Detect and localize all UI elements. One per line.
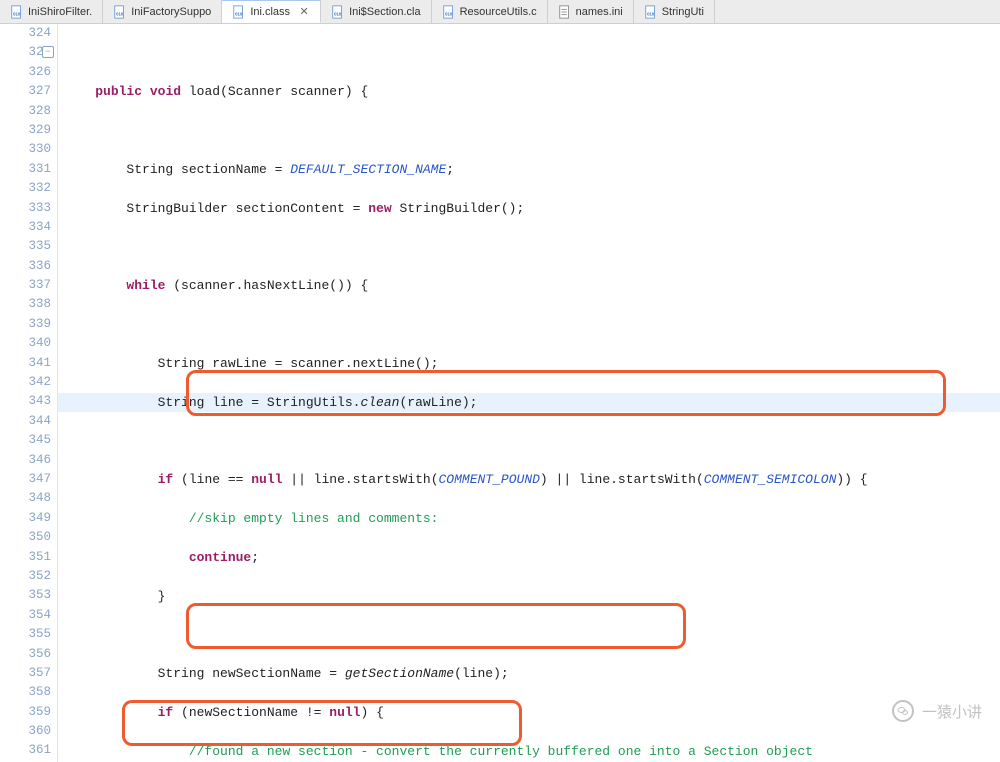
line-number: 337 — [0, 276, 51, 295]
fold-toggle-icon[interactable]: − — [42, 46, 54, 58]
code-line[interactable] — [64, 237, 1000, 256]
line-number: 356 — [0, 645, 51, 664]
editor-tab-label: Ini.class — [250, 6, 290, 18]
line-number-gutter: 3243253263273283293303313323333343353363… — [0, 24, 58, 762]
code-line[interactable] — [64, 625, 1000, 644]
code-line[interactable] — [64, 431, 1000, 450]
line-number: 324 — [0, 24, 51, 43]
line-number: 333 — [0, 199, 51, 218]
line-number: 339 — [0, 315, 51, 334]
editor-tab[interactable]: 010 Ini.class ✕ — [222, 0, 321, 23]
line-number: 344 — [0, 412, 51, 431]
line-number: 331 — [0, 160, 51, 179]
code-line[interactable] — [64, 315, 1000, 334]
line-number: 352 — [0, 567, 51, 586]
svg-text:010: 010 — [647, 11, 655, 16]
svg-text:010: 010 — [13, 11, 21, 16]
class-file-icon: 010 — [331, 5, 345, 19]
editor-tab-label: IniShiroFilter. — [28, 6, 92, 18]
line-number: 336 — [0, 257, 51, 276]
line-number: 326 — [0, 63, 51, 82]
code-line[interactable]: String line = StringUtils.clean(rawLine)… — [64, 393, 1000, 412]
line-number: 353 — [0, 586, 51, 605]
editor-tab[interactable]: 010 ResourceUtils.c — [432, 0, 548, 23]
code-line[interactable] — [64, 121, 1000, 140]
code-line[interactable]: continue; — [64, 548, 1000, 567]
class-file-icon: 010 — [644, 5, 658, 19]
editor-tab[interactable]: 010 StringUti — [634, 0, 715, 23]
editor-tab-label: StringUti — [662, 6, 704, 18]
line-number: 350 — [0, 528, 51, 547]
line-number: 348 — [0, 489, 51, 508]
line-number: 342 — [0, 373, 51, 392]
line-number: 345 — [0, 431, 51, 450]
editor-tab-label: names.ini — [576, 6, 623, 18]
line-number: 330 — [0, 140, 51, 159]
line-number: 346 — [0, 451, 51, 470]
line-number: 340 — [0, 334, 51, 353]
line-number: 351 — [0, 548, 51, 567]
code-line[interactable]: if (line == null || line.startsWith(COMM… — [64, 470, 1000, 489]
line-number: 335 — [0, 237, 51, 256]
line-number: 338 — [0, 295, 51, 314]
class-file-icon: 010 — [232, 5, 246, 19]
editor-tab-label: Ini$Section.cla — [349, 6, 421, 18]
java-file-icon: 010 — [113, 5, 127, 19]
code-line[interactable]: while (scanner.hasNextLine()) { — [64, 276, 1000, 295]
line-number: 334 — [0, 218, 51, 237]
line-number: 357 — [0, 664, 51, 683]
code-area[interactable]: public void load(Scanner scanner) { Stri… — [58, 24, 1000, 762]
code-line[interactable]: if (newSectionName != null) { — [64, 703, 1000, 722]
code-line[interactable]: //found a new section - convert the curr… — [64, 742, 1000, 761]
line-number: 327 — [0, 82, 51, 101]
editor-tab-label: ResourceUtils.c — [460, 6, 537, 18]
editor-tab[interactable]: 010 Ini$Section.cla — [321, 0, 432, 23]
code-line[interactable] — [64, 43, 1000, 62]
line-number: 328 — [0, 102, 51, 121]
line-number: 355 — [0, 625, 51, 644]
code-line[interactable]: String rawLine = scanner.nextLine(); — [64, 354, 1000, 373]
editor-tab[interactable]: names.ini — [548, 0, 634, 23]
code-line[interactable]: public void load(Scanner scanner) { — [64, 82, 1000, 101]
java-file-icon: 010 — [10, 5, 24, 19]
editor-tab-label: IniFactorySuppo — [131, 6, 211, 18]
code-line[interactable]: //skip empty lines and comments: — [64, 509, 1000, 528]
line-number: 329 — [0, 121, 51, 140]
code-editor[interactable]: 3243253263273283293303313323333343353363… — [0, 24, 1000, 762]
line-number: 347 — [0, 470, 51, 489]
text-file-icon — [558, 5, 572, 19]
line-number: 360 — [0, 722, 51, 741]
line-number: 354 — [0, 606, 51, 625]
svg-text:010: 010 — [334, 11, 342, 16]
editor-tab-bar: 010 IniShiroFilter. 010 IniFactorySuppo 010 I… — [0, 0, 1000, 24]
line-number: 349 — [0, 509, 51, 528]
line-number: 358 — [0, 683, 51, 702]
line-number: 343 — [0, 392, 51, 411]
line-number: 359 — [0, 703, 51, 722]
code-line[interactable]: String newSectionName = getSectionName(l… — [64, 664, 1000, 683]
code-line[interactable]: StringBuilder sectionContent = new Strin… — [64, 199, 1000, 218]
editor-tab[interactable]: 010 IniShiroFilter. — [0, 0, 103, 23]
code-line[interactable]: String sectionName = DEFAULT_SECTION_NAM… — [64, 160, 1000, 179]
svg-text:010: 010 — [445, 11, 453, 16]
editor-tab[interactable]: 010 IniFactorySuppo — [103, 0, 222, 23]
class-file-icon: 010 — [442, 5, 456, 19]
line-number: 332 — [0, 179, 51, 198]
line-number: 361 — [0, 741, 51, 760]
svg-text:010: 010 — [235, 11, 243, 16]
close-icon[interactable]: ✕ — [298, 6, 310, 18]
svg-text:010: 010 — [116, 11, 124, 16]
code-line[interactable]: } — [64, 587, 1000, 606]
line-number: 341 — [0, 354, 51, 373]
